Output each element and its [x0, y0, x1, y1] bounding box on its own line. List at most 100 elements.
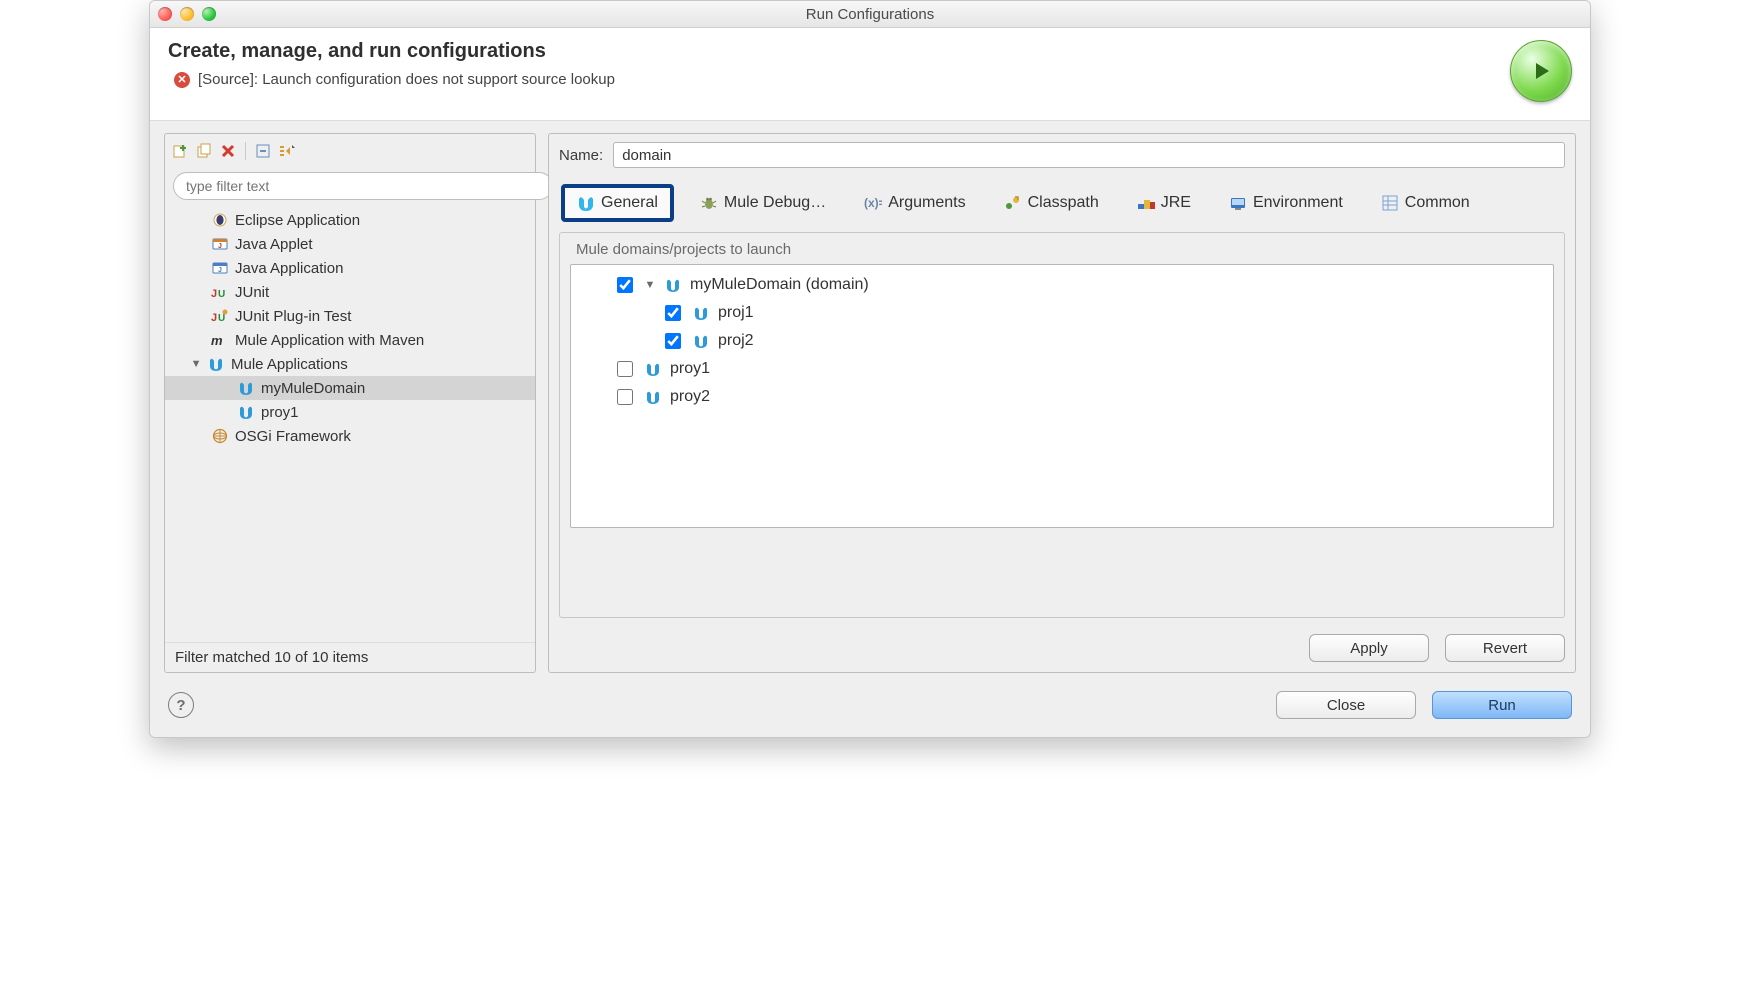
tab-environment[interactable]: Environment: [1217, 188, 1355, 218]
tree-item-label: Java Applet: [235, 236, 313, 253]
window-title: Run Configurations: [150, 6, 1590, 23]
tree-item-label: Eclipse Application: [235, 212, 360, 229]
tab-label: Mule Debug…: [724, 194, 826, 212]
svg-text:m: m: [211, 333, 223, 348]
filter-input[interactable]: [173, 172, 553, 200]
tree-item-label: myMuleDomain: [261, 380, 365, 397]
mule-icon: [664, 276, 682, 294]
common-icon: [1381, 194, 1399, 212]
svg-text:J: J: [218, 267, 222, 274]
tree-item-label: Java Application: [235, 260, 343, 277]
list-item[interactable]: proj2: [575, 327, 1549, 355]
bug-icon: [700, 194, 718, 212]
dialog-header: Create, manage, and run configurations ✕…: [150, 28, 1590, 121]
svg-text:J: J: [211, 312, 217, 324]
tree-item-mule-applications[interactable]: ▼ Mule Applications: [165, 352, 535, 376]
project-checkbox[interactable]: [665, 333, 681, 349]
list-item[interactable]: proy2: [575, 383, 1549, 411]
apply-button[interactable]: Apply: [1309, 634, 1429, 662]
project-checkbox[interactable]: [617, 361, 633, 377]
mule-icon: [237, 379, 255, 397]
error-icon: ✕: [174, 72, 190, 88]
config-tree: Eclipse Application J Java Applet J Java…: [165, 204, 535, 642]
sidebar-toolbar: [165, 134, 535, 168]
project-label: myMuleDomain (domain): [690, 276, 869, 294]
environment-icon: [1229, 194, 1247, 212]
tab-bar: General Mule Debug… (x)= Arguments Class…: [559, 184, 1565, 222]
arguments-icon: (x)=: [864, 194, 882, 212]
project-checkbox[interactable]: [617, 277, 633, 293]
tree-item-junit[interactable]: JU JUnit: [165, 280, 535, 304]
list-item[interactable]: proj1: [575, 299, 1549, 327]
tree-item-eclipse-application[interactable]: Eclipse Application: [165, 208, 535, 232]
svg-text:J: J: [211, 288, 217, 300]
mule-icon: [692, 304, 710, 322]
help-icon[interactable]: ?: [168, 692, 194, 718]
tree-item-label: proy1: [261, 404, 299, 421]
tree-item-label: OSGi Framework: [235, 428, 351, 445]
project-checkbox[interactable]: [617, 389, 633, 405]
tab-label: Classpath: [1028, 194, 1099, 212]
general-panel: Mule domains/projects to launch ▼ myMule…: [559, 232, 1565, 618]
new-config-icon[interactable]: [171, 142, 189, 160]
mule-icon: [644, 360, 662, 378]
tab-jre[interactable]: JRE: [1125, 188, 1203, 218]
page-title: Create, manage, and run configurations: [168, 40, 1510, 63]
tree-item-osgi[interactable]: OSGi Framework: [165, 424, 535, 448]
junit-plugin-icon: JU: [211, 307, 229, 325]
tree-item-label: JUnit: [235, 284, 269, 301]
tree-item-label: Mule Application with Maven: [235, 332, 424, 349]
tab-general[interactable]: General: [561, 184, 674, 222]
tree-item-java-application[interactable]: J Java Application: [165, 256, 535, 280]
mule-icon: [237, 403, 255, 421]
caret-down-icon: ▼: [191, 358, 201, 370]
tree-item-junit-plugin[interactable]: JU JUnit Plug-in Test: [165, 304, 535, 328]
tree-item-proy1[interactable]: proy1: [165, 400, 535, 424]
mule-icon: [207, 355, 225, 373]
svg-text:(x)=: (x)=: [864, 196, 882, 210]
tab-mule-debug[interactable]: Mule Debug…: [688, 188, 838, 218]
tab-label: Arguments: [888, 194, 965, 212]
revert-button[interactable]: Revert: [1445, 634, 1565, 662]
filter-icon[interactable]: [278, 142, 296, 160]
tab-classpath[interactable]: Classpath: [992, 188, 1111, 218]
java-app-icon: J: [211, 259, 229, 277]
list-item[interactable]: ▼ myMuleDomain (domain): [575, 271, 1549, 299]
tree-item-label: Mule Applications: [231, 356, 348, 373]
svg-text:U: U: [218, 313, 225, 324]
run-button[interactable]: Run: [1432, 691, 1572, 719]
name-label: Name:: [559, 147, 603, 164]
list-item[interactable]: proy1: [575, 355, 1549, 383]
delete-config-icon[interactable]: [219, 142, 237, 160]
tab-arguments[interactable]: (x)= Arguments: [852, 188, 977, 218]
osgi-icon: [211, 427, 229, 445]
project-checkbox[interactable]: [665, 305, 681, 321]
title-bar: Run Configurations: [150, 1, 1590, 28]
error-text: [Source]: Launch configuration does not …: [198, 71, 615, 88]
eclipse-icon: [211, 211, 229, 229]
mule-icon: [644, 388, 662, 406]
mule-icon: [692, 332, 710, 350]
project-label: proy2: [670, 388, 710, 406]
tab-common[interactable]: Common: [1369, 188, 1482, 218]
caret-down-icon: ▼: [644, 279, 656, 291]
duplicate-config-icon[interactable]: [195, 142, 213, 160]
maven-icon: m: [211, 331, 229, 349]
tab-label: Environment: [1253, 194, 1343, 212]
projects-list: ▼ myMuleDomain (domain) proj1 proj2: [570, 264, 1554, 528]
close-button[interactable]: Close: [1276, 691, 1416, 719]
tab-label: General: [601, 194, 658, 212]
classpath-icon: [1004, 194, 1022, 212]
collapse-all-icon[interactable]: [254, 142, 272, 160]
panel-title: Mule domains/projects to launch: [570, 241, 1554, 258]
tree-item-java-applet[interactable]: J Java Applet: [165, 232, 535, 256]
tree-item-mymuledomain[interactable]: myMuleDomain: [165, 376, 535, 400]
error-line: ✕ [Source]: Launch configuration does no…: [168, 71, 1510, 88]
name-input[interactable]: [613, 142, 1565, 168]
mule-icon: [577, 194, 595, 212]
run-big-icon: [1510, 40, 1572, 102]
project-label: proj2: [718, 332, 754, 350]
svg-text:U: U: [218, 289, 225, 300]
project-label: proj1: [718, 304, 754, 322]
tree-item-mule-maven[interactable]: m Mule Application with Maven: [165, 328, 535, 352]
